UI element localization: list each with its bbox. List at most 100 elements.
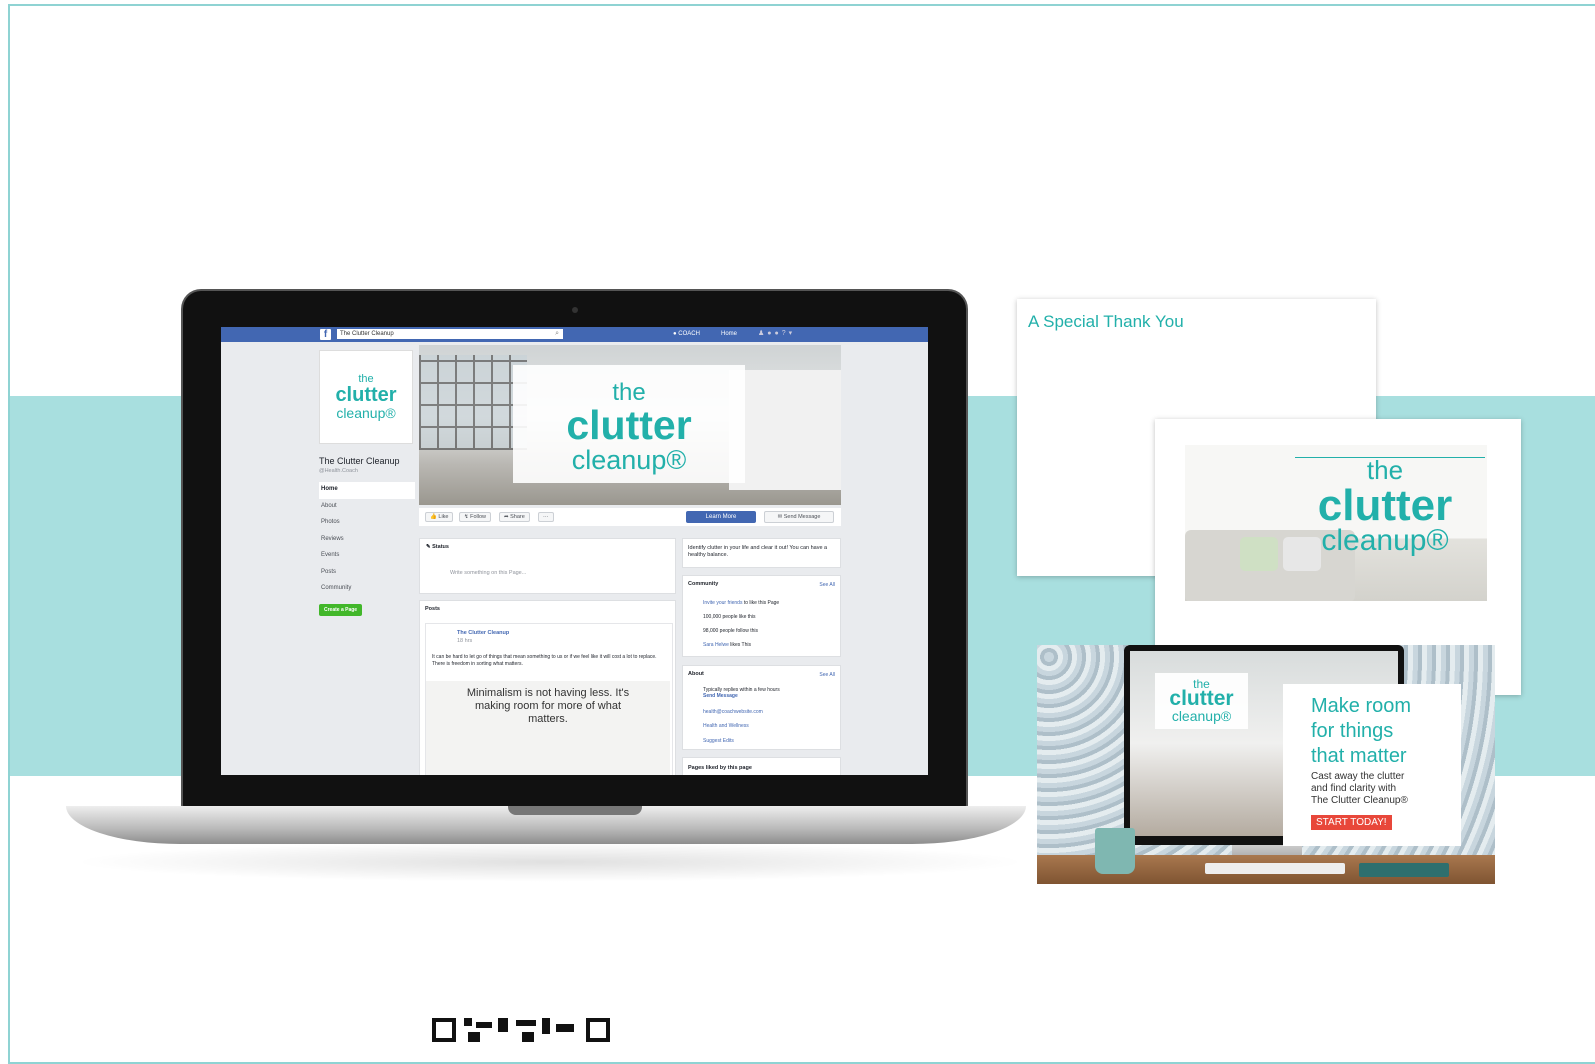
ad-subtext-line: Cast away the clutter — [1311, 771, 1405, 782]
post-quote: Minimalism is not having less. It's maki… — [466, 687, 630, 725]
laptop-shadow — [70, 842, 1030, 882]
post-author[interactable]: The Clutter Cleanup — [457, 630, 509, 637]
ad-subtext-line: The Clutter Cleanup® — [1311, 795, 1408, 806]
cover-logo-card: the clutter cleanup® — [513, 365, 745, 483]
qr-code[interactable] — [432, 1018, 610, 1055]
page-name: The Clutter Cleanup — [319, 456, 400, 466]
intro-text: Identify clutter in your life and clear … — [688, 545, 828, 558]
ad-subtext: Cast away the clutter and find clarity w… — [1311, 771, 1408, 807]
status-input[interactable]: Write something on this Page... — [450, 570, 526, 577]
posts-header: Posts — [425, 606, 440, 612]
community-row-text: likes This — [730, 642, 751, 648]
facebook-top-bar: f The Clutter Cleanup ⌕ ● COACH Home ♟●●?… — [221, 327, 928, 342]
ad-logo-cleanup: cleanup® — [1171, 708, 1232, 724]
pages-liked-panel[interactable]: Pages liked by this page — [682, 757, 841, 775]
qr-finder — [432, 1018, 456, 1042]
about-email-link[interactable]: health@coachwebsite.com — [703, 709, 763, 716]
post-card: The Clutter Cleanup 18 hrs It can be har… — [425, 623, 673, 775]
facebook-logo-icon[interactable]: f — [320, 329, 331, 340]
create-page-button[interactable]: Create a Page — [319, 603, 363, 616]
follows-count: 98,000 people follow this — [703, 628, 759, 634]
about-send-message-link[interactable]: Send Message — [703, 693, 738, 699]
about-title: About — [688, 671, 704, 677]
community-row: Sara Helwe likes This — [703, 642, 751, 649]
promo-ad: the clutter cleanup® Make room for thing… — [1037, 645, 1495, 884]
notification-icons[interactable]: ♟●●?▾ — [758, 329, 795, 339]
community-title: Community — [688, 581, 719, 587]
ad-headline-line: Make room — [1311, 695, 1412, 717]
avatar-logo-clutter: clutter — [335, 384, 397, 406]
community-row-text: to like this Page — [743, 600, 780, 606]
nav-item-home[interactable]: Home — [319, 482, 415, 499]
cover-logo-clutter: clutter — [566, 402, 692, 448]
status-label[interactable]: ✎ Status — [426, 544, 449, 551]
learn-more-button[interactable]: Learn More — [686, 511, 756, 523]
nav-item-reviews[interactable]: Reviews — [319, 532, 415, 549]
send-message-button[interactable]: ✉ Send Message — [764, 511, 834, 523]
like-button[interactable]: 👍 Like — [425, 512, 454, 522]
start-today-button[interactable]: START TODAY! — [1311, 815, 1392, 830]
about-panel: About See All Typically replies within a… — [682, 665, 841, 750]
follow-button[interactable]: ↯ Follow — [459, 512, 492, 522]
cover-logo-cleanup: cleanup® — [571, 445, 687, 475]
cover-photo[interactable]: the clutter cleanup® — [419, 345, 841, 505]
about-see-all[interactable]: See All — [819, 672, 835, 679]
nav-item-photos[interactable]: Photos — [319, 515, 415, 532]
share-label: Share — [510, 514, 525, 520]
page-nav: Home About Photos Reviews Events Posts C… — [319, 482, 415, 598]
friend-link[interactable]: Sara Helwe — [703, 642, 729, 648]
about-category-link[interactable]: Health and Wellness — [703, 723, 749, 730]
qr-module — [498, 1018, 508, 1032]
qr-module — [542, 1018, 550, 1034]
cover-wall — [729, 370, 841, 490]
search-value: The Clutter Cleanup — [340, 331, 394, 337]
status-composer: ✎ Status Write something on this Page... — [419, 538, 676, 594]
like-label: Like — [438, 514, 449, 520]
community-see-all[interactable]: See All — [819, 582, 835, 589]
logo-cleanup: cleanup® — [1321, 524, 1449, 557]
keyboard — [1205, 863, 1345, 874]
ad-subtext-line: and find clarity with — [1311, 783, 1397, 794]
nav-item-events[interactable]: Events — [319, 548, 415, 565]
follow-label: Follow — [470, 514, 487, 520]
community-row: Invite your friends to like this Page — [703, 600, 779, 607]
qr-module — [468, 1032, 480, 1042]
page-avatar[interactable]: the clutter cleanup® — [319, 350, 413, 444]
more-button[interactable]: ··· — [538, 512, 554, 522]
suggest-edits-link[interactable]: Suggest Edits — [703, 738, 734, 745]
nav-item-community[interactable]: Community — [319, 581, 415, 598]
post-image[interactable]: Minimalism is not having less. It's maki… — [426, 681, 670, 775]
post-time[interactable]: 18 hrs — [457, 638, 472, 645]
user-menu[interactable]: ● COACH — [673, 329, 700, 339]
share-button[interactable]: ➦ Share — [499, 512, 530, 522]
about-response-time: Typically replies within a few hours Send… — [703, 687, 780, 699]
ad-headline-line: for things — [1311, 720, 1394, 742]
qr-module — [516, 1020, 536, 1026]
camera — [572, 307, 578, 313]
user-label: COACH — [678, 331, 700, 337]
qr-module — [522, 1032, 534, 1042]
mug — [1095, 828, 1135, 874]
nav-item-about[interactable]: About — [319, 499, 415, 516]
home-link[interactable]: Home — [721, 329, 737, 339]
search-icon[interactable]: ⌕ — [555, 329, 559, 339]
qr-module — [556, 1024, 574, 1032]
cover-window — [419, 355, 527, 450]
ad-headline: Make room for things that matter — [1311, 694, 1411, 769]
page-sidebar: the clutter cleanup® The Clutter Cleanup… — [319, 350, 415, 616]
qr-module — [464, 1018, 472, 1026]
facebook-search-input[interactable]: The Clutter Cleanup ⌕ — [337, 329, 563, 339]
page-action-bar: 👍 Like ↯ Follow ➦ Share ··· Learn More ✉… — [419, 508, 841, 526]
send-message-label: Send Message — [783, 514, 821, 520]
ad-logo: the clutter cleanup® — [1155, 673, 1248, 729]
nav-item-posts[interactable]: Posts — [319, 565, 415, 582]
community-panel: Community See All Invite your friends to… — [682, 575, 841, 657]
status-label-text: Status — [432, 544, 449, 550]
intro-panel: Identify clutter in your life and clear … — [682, 538, 841, 568]
invite-friends-link[interactable]: Invite your friends — [703, 600, 742, 606]
ad-text-card: Make room for things that matter Cast aw… — [1283, 684, 1461, 846]
ad-headline-line: that matter — [1311, 745, 1407, 767]
book — [1359, 863, 1449, 877]
page-handle: @Health.Coach — [319, 468, 358, 474]
qr-module — [476, 1022, 492, 1028]
